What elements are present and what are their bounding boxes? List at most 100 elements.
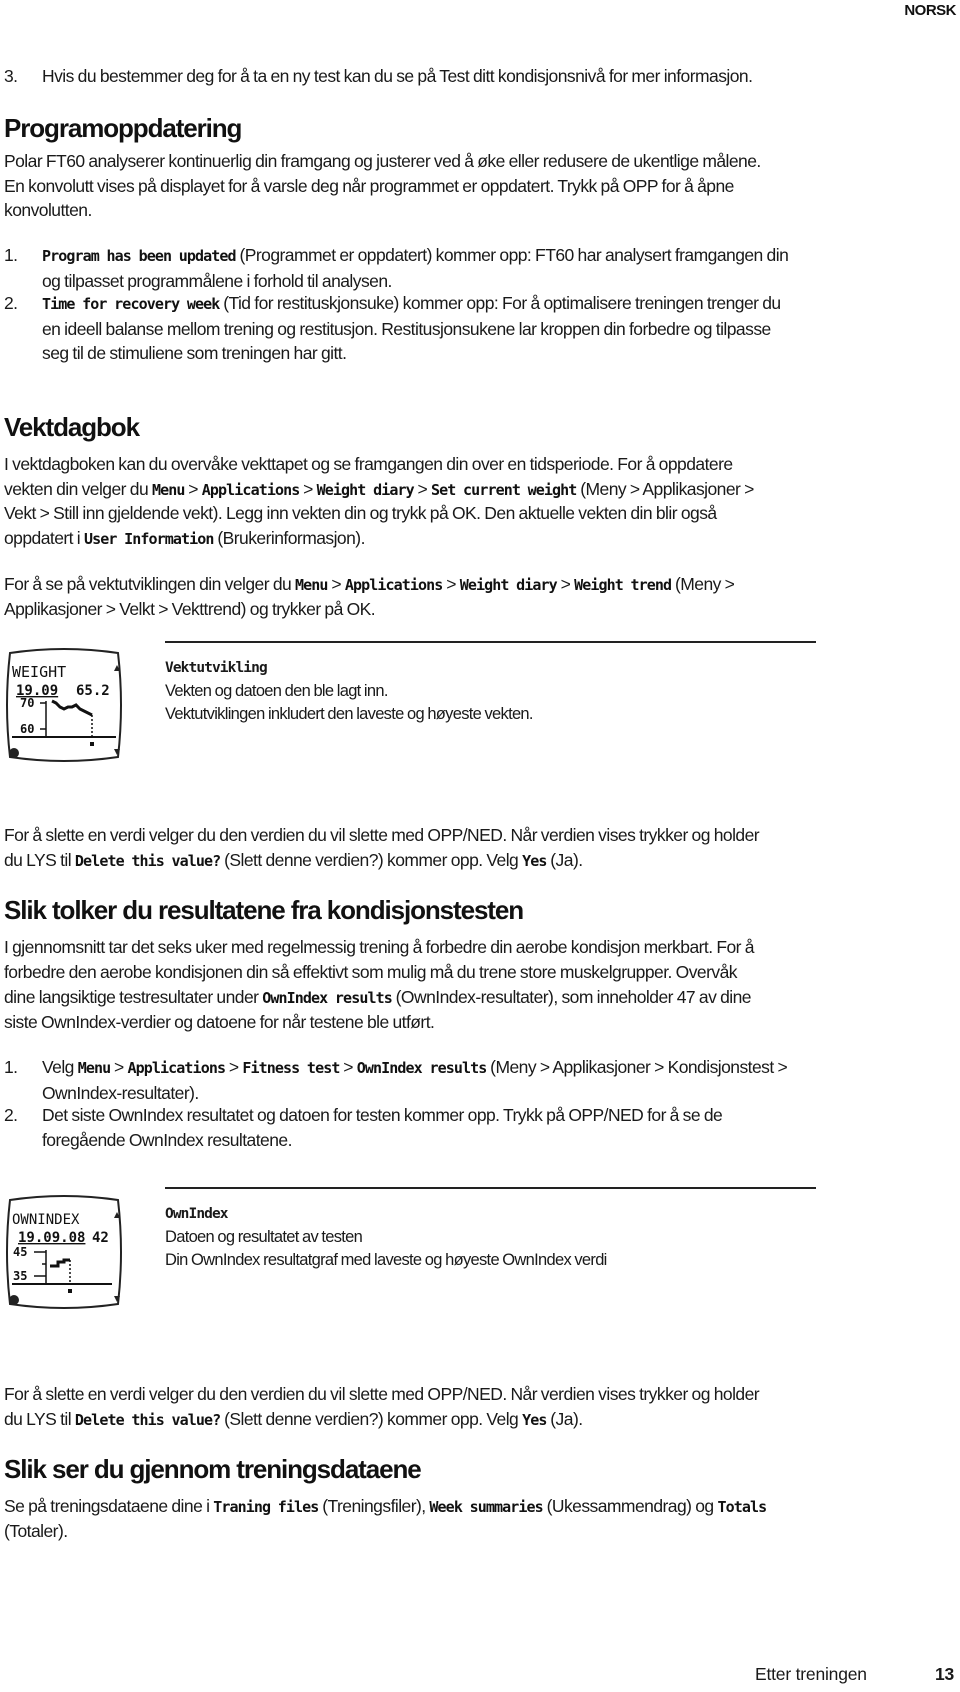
caption-title-text: Vektutvikling	[165, 660, 268, 676]
paragraph-line: vekten din velger du Menu > Applications…	[4, 477, 754, 503]
list-number: 2.	[4, 1105, 18, 1125]
paragraph-line: du LYS til Delete this value? (Slett den…	[4, 848, 583, 874]
language-label: NORSK	[904, 2, 956, 19]
paragraph-line: I gjennomsnitt tar det seks uker med reg…	[4, 937, 754, 957]
display-y-low: 35	[13, 1269, 27, 1283]
list-number: 1.	[4, 1057, 18, 1077]
menu-path-menu: Menu	[77, 1059, 111, 1077]
text: (Meny > Applikasjoner >	[576, 479, 754, 499]
display-y-low: 60	[20, 722, 34, 736]
paragraph-line: oppdatert i User Information (Brukerinfo…	[4, 526, 365, 552]
ui-label-totals: Totals	[717, 1498, 767, 1516]
path-separator: >	[339, 1057, 357, 1077]
text: (Slett denne verdien?) kommer opp. Velg	[220, 850, 523, 870]
list-text-continued: seg til de stimuliene som treningen har …	[42, 343, 347, 363]
cursor-marker	[68, 1289, 72, 1293]
text: (Slett denne verdien?) kommer opp. Velg	[220, 1409, 523, 1429]
caption-title: Vektutvikling	[165, 656, 268, 681]
path-separator: >	[556, 574, 575, 594]
cursor-marker	[90, 742, 94, 746]
light-button-icon	[9, 1295, 19, 1305]
list-text: Hvis du bestemmer deg for å ta en ny tes…	[42, 66, 753, 86]
paragraph-line: (Totaler).	[4, 1521, 68, 1541]
paragraph-line: I vektdagboken kan du overvåke vekttapet…	[4, 454, 733, 474]
text: (OwnIndex-resultater), som inneholder 47…	[391, 987, 752, 1007]
ui-label: Time for recovery week	[42, 295, 220, 313]
list-item: 2. Det siste OwnIndex resultatet og datoe…	[4, 1103, 723, 1152]
list-text: (Tid for restituskjonsuke) kommer opp: F…	[219, 293, 781, 313]
ui-label: Delete this value?	[74, 1411, 221, 1429]
list-text-continued: en ideell balanse mellom trening og rest…	[42, 318, 771, 339]
text: du LYS til	[4, 1409, 75, 1429]
caption-line: Datoen og resultatet av testen	[165, 1228, 363, 1246]
display-value: 65.2	[76, 683, 110, 699]
list-text: Det siste OwnIndex resultatet og datoen …	[42, 1105, 723, 1125]
paragraph-line: konvolutten.	[4, 200, 92, 220]
paragraph-line: For å slette en verdi velger du den verd…	[4, 825, 760, 845]
light-button-icon	[9, 748, 19, 758]
paragraph-line: du LYS til Delete this value? (Slett den…	[4, 1407, 583, 1433]
text: Velg	[42, 1057, 78, 1077]
text: Se på treningsdataene dine i	[4, 1496, 214, 1516]
menu-path-menu: Menu	[295, 576, 328, 594]
text: du LYS til	[4, 850, 75, 870]
text: oppdatert i	[4, 528, 84, 548]
paragraph-line: Applikasjoner > Velkt > Vekttrend) og tr…	[4, 599, 376, 619]
paragraph-line: For å se på vektutviklingen din velger d…	[4, 572, 735, 598]
path-separator: >	[110, 1057, 128, 1077]
list-item: 1. Velg Menu > Applications > Fitness tes…	[4, 1055, 788, 1105]
list-number: 2.	[4, 293, 18, 313]
caption-line: Din OwnIndex resultatgraf med laveste og…	[165, 1251, 607, 1269]
text: vekten din velger du	[4, 479, 152, 499]
text: (Treningsfiler),	[318, 1496, 430, 1516]
display-date: 19.09.08	[18, 1230, 85, 1246]
paragraph-line: forbedre den aerobe kondisjonen din så e…	[4, 962, 738, 982]
paragraph-line: Se på treningsdataene dine i Traning fil…	[4, 1494, 767, 1520]
menu-path-menu: Menu	[151, 481, 185, 499]
ui-label: User Information	[83, 530, 214, 548]
paragraph-line: Polar FT60 analyserer kontinuerlig din f…	[4, 151, 761, 171]
paragraph-line: Vekt > Still inn gjeldende vekt). Legg i…	[4, 503, 717, 523]
text: (Brukerinformasjon).	[213, 528, 365, 548]
path-separator: >	[184, 479, 202, 499]
list-item: 3. Hvis du bestemmer deg for å ta en ny t…	[4, 64, 753, 89]
menu-path-ownindex-results: OwnIndex results	[356, 1059, 487, 1077]
caption-line: Vekten og datoen den ble lagt inn.	[165, 682, 388, 700]
ui-label-training-files: Traning files	[213, 1498, 319, 1516]
section-heading: Slik tolker du resultatene fra kondisjon…	[4, 895, 524, 925]
chapter-title: Etter treningen	[755, 1664, 867, 1684]
caption-title: OwnIndex	[165, 1202, 229, 1227]
list-text-continued: OwnIndex-resultater).	[42, 1082, 199, 1103]
display-title: WEIGHT	[12, 663, 66, 681]
list-text-continued: og tilpasset programmålene i forhold til…	[42, 270, 392, 291]
text: (Ja).	[546, 1409, 583, 1429]
path-separator: >	[299, 479, 317, 499]
list-item: 1. Program has been updated (Programmet e…	[4, 243, 789, 293]
caption-rule	[165, 641, 816, 643]
ui-label: OwnIndex results	[262, 989, 392, 1007]
section-heading: Slik ser du gjennom treningsdataene	[4, 1454, 422, 1484]
display-y-high: 70	[20, 696, 34, 710]
menu-path-applications: Applications	[127, 1059, 226, 1077]
paragraph-line: dine langsiktige testresultater under Ow…	[4, 985, 752, 1011]
path-separator: >	[442, 574, 460, 594]
ui-label: Yes	[522, 852, 547, 870]
ui-label: Program has been updated	[42, 247, 237, 265]
menu-path-applications: Applications	[344, 576, 443, 594]
text: (Ukessammendrag) og	[542, 1496, 718, 1516]
menu-path-weight-trend: Weight trend	[574, 576, 672, 594]
list-text-continued: foregående OwnIndex resultatene.	[42, 1129, 292, 1150]
text: (Meny > Applikasjoner > Kondisjonstest >	[486, 1057, 788, 1077]
section-heading: Vektdagbok	[4, 412, 140, 442]
list-item: 2. Time for recovery week (Tid for restit…	[4, 291, 781, 366]
watch-display-weight: WEIGHT 19.09 65.2 70 60	[6, 648, 122, 762]
text: For å se på vektutviklingen din velger d…	[4, 574, 295, 594]
watch-display-ownindex: OWNINDEX 19.09.08 42 45 35	[6, 1195, 122, 1309]
text: dine langsiktige testresultater under	[4, 987, 263, 1007]
menu-path-applications: Applications	[201, 481, 300, 499]
paragraph-line: For å slette en verdi velger du den verd…	[4, 1384, 760, 1404]
ui-label-week-summaries: Week summaries	[429, 1498, 543, 1516]
menu-path-fitness-test: Fitness test	[242, 1059, 340, 1077]
caption-line: Vektutviklingen inkludert den laveste og…	[165, 705, 533, 723]
caption-title-text: OwnIndex	[165, 1206, 229, 1222]
